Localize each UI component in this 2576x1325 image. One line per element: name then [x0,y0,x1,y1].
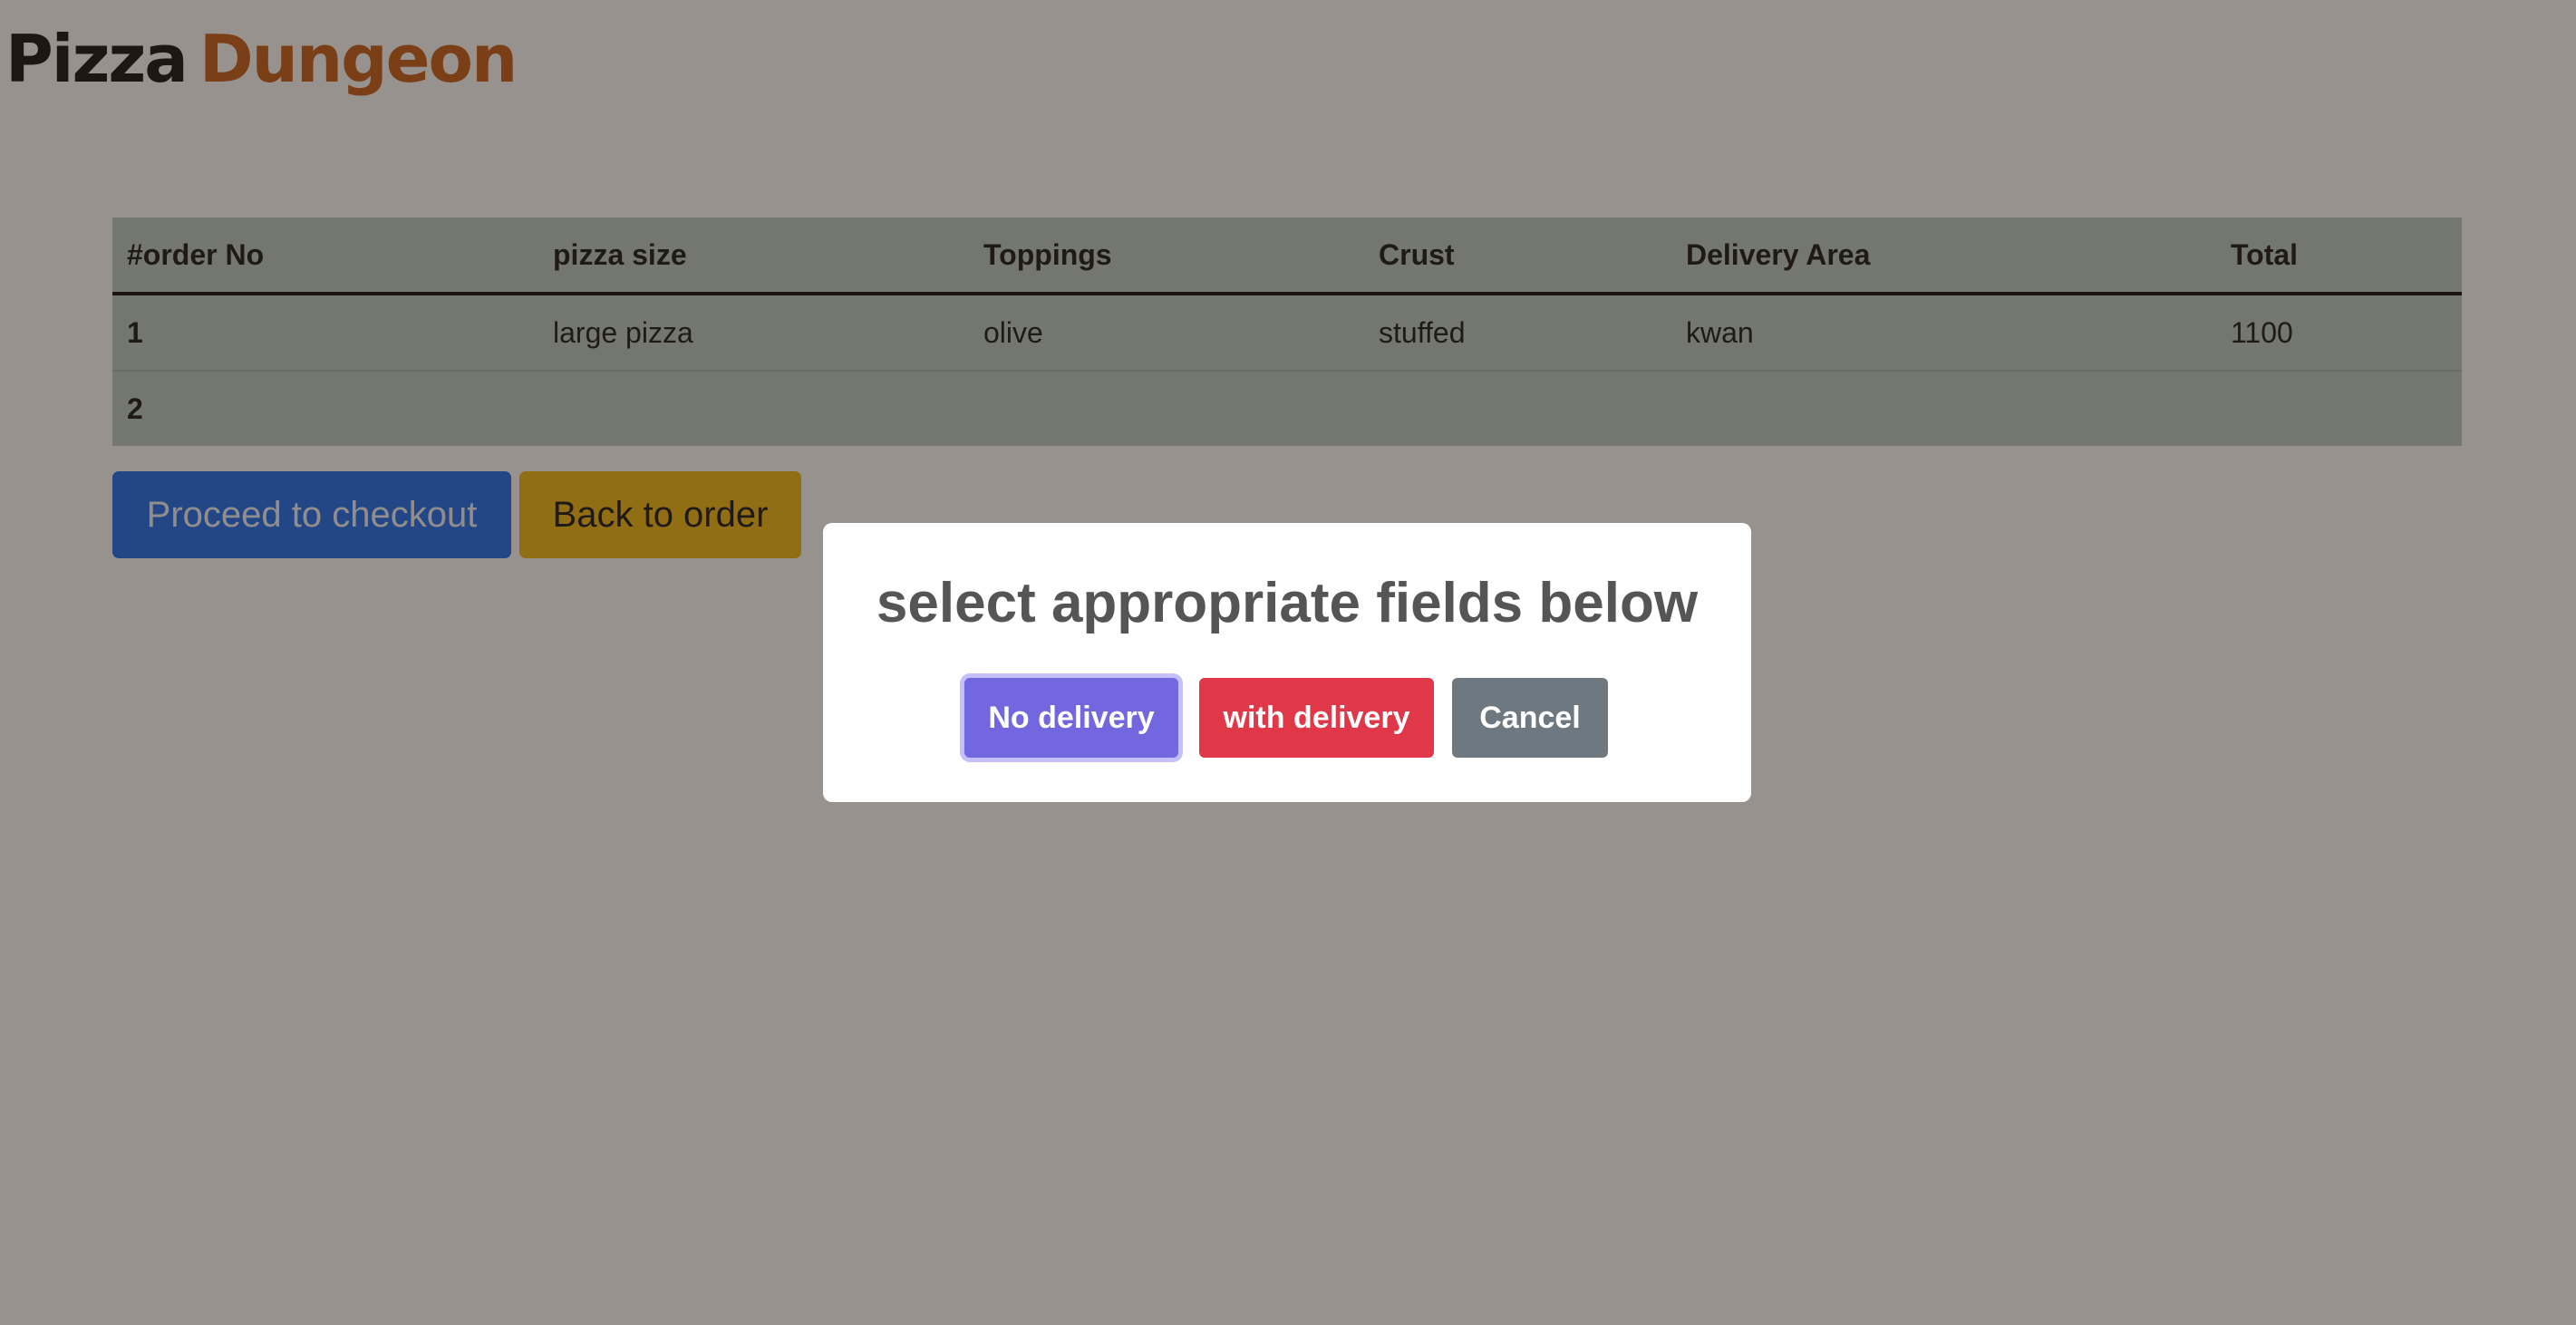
cancel-button[interactable]: Cancel [1452,678,1608,758]
no-delivery-button[interactable]: No delivery [964,678,1178,758]
dialog-title: select appropriate fields below [876,572,1699,634]
with-delivery-button[interactable]: with delivery [1199,678,1434,758]
delivery-dialog: select appropriate fields below No deliv… [823,523,1751,802]
